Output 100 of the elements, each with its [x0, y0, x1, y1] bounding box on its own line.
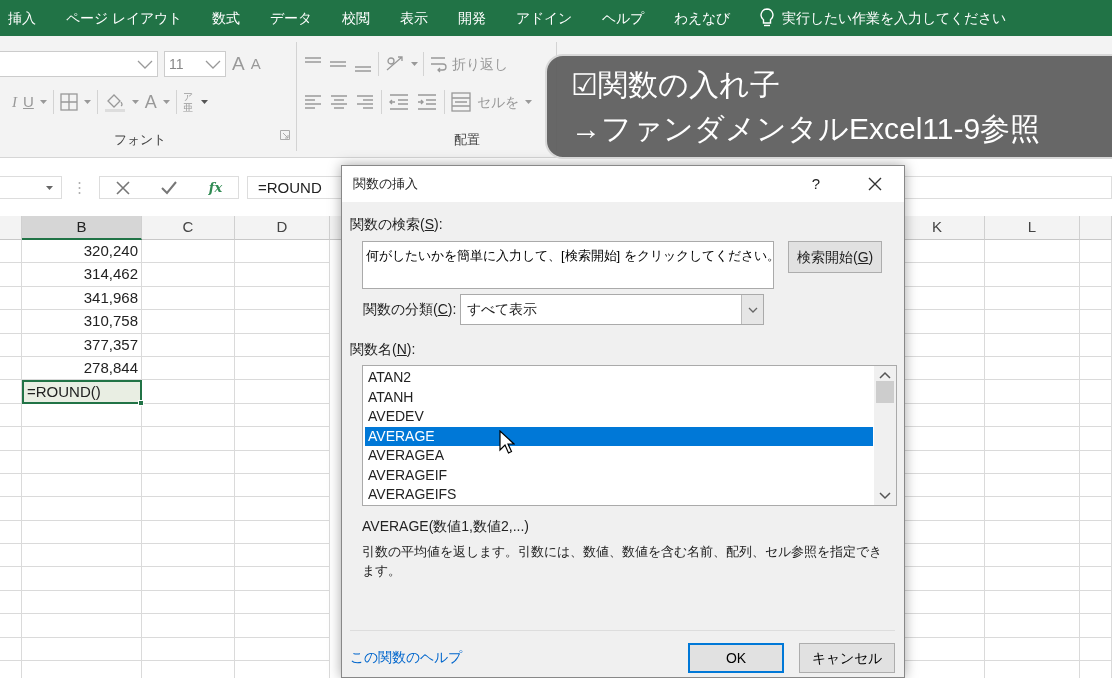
column-header[interactable] — [0, 216, 22, 240]
table-cell[interactable] — [1080, 240, 1112, 264]
table-cell[interactable] — [142, 473, 235, 498]
table-cell[interactable] — [0, 286, 22, 311]
table-cell[interactable] — [0, 473, 22, 498]
table-cell[interactable] — [22, 473, 142, 498]
table-cell[interactable] — [0, 520, 22, 545]
table-cell[interactable] — [142, 637, 235, 662]
table-cell[interactable] — [985, 240, 1080, 264]
table-cell[interactable] — [142, 520, 235, 545]
table-cell[interactable] — [985, 567, 1080, 591]
table-cell[interactable] — [22, 614, 142, 638]
category-dropdown[interactable]: すべて表示 — [460, 294, 765, 325]
fill-handle[interactable] — [138, 399, 144, 406]
caret-icon[interactable] — [200, 100, 208, 104]
table-cell[interactable] — [0, 637, 22, 662]
checkmark-icon[interactable] — [161, 180, 178, 195]
table-cell[interactable] — [0, 240, 22, 264]
table-cell[interactable] — [1080, 263, 1112, 287]
function-item[interactable]: AVERAGE — [365, 426, 873, 446]
table-cell[interactable] — [0, 614, 22, 638]
scrollbar[interactable] — [874, 366, 896, 505]
function-item[interactable]: AVEDEV — [365, 407, 873, 427]
table-cell[interactable] — [142, 356, 235, 381]
table-cell[interactable] — [22, 520, 142, 545]
table-cell[interactable] — [142, 333, 235, 357]
font-name-field[interactable] — [0, 51, 158, 77]
table-cell[interactable] — [1080, 614, 1112, 638]
table-cell[interactable] — [985, 310, 1080, 334]
dialog-launcher-icon[interactable] — [280, 129, 290, 140]
column-header[interactable]: L — [985, 216, 1080, 240]
chevron-icon[interactable] — [205, 59, 221, 69]
table-cell[interactable] — [22, 567, 142, 591]
table-cell[interactable] — [985, 286, 1080, 311]
table-cell[interactable] — [142, 590, 235, 615]
table-cell[interactable] — [0, 590, 22, 615]
table-cell[interactable] — [985, 356, 1080, 381]
table-cell[interactable] — [1080, 403, 1112, 428]
chevron-icon[interactable] — [137, 59, 153, 69]
table-cell[interactable] — [142, 544, 235, 568]
increase-indent-icon[interactable] — [416, 93, 438, 111]
table-cell[interactable] — [985, 544, 1080, 568]
table-cell[interactable] — [22, 544, 142, 568]
chevron-icon[interactable] — [747, 306, 758, 313]
search-button[interactable]: 検索開始(G) — [788, 241, 883, 273]
close-icon[interactable] — [868, 177, 882, 191]
table-cell[interactable] — [1080, 520, 1112, 545]
table-cell[interactable] — [22, 590, 142, 615]
table-cell[interactable] — [142, 614, 235, 638]
table-cell[interactable] — [1080, 310, 1112, 334]
ribbon-tab[interactable]: 数式 — [211, 7, 240, 29]
caret-icon[interactable] — [46, 185, 53, 190]
tell-me-field[interactable]: 実行したい作業を入力してください — [781, 7, 1006, 29]
table-cell[interactable] — [142, 403, 235, 428]
table-cell[interactable] — [985, 614, 1080, 638]
table-cell[interactable] — [0, 567, 22, 591]
table-cell[interactable] — [142, 567, 235, 591]
table-cell[interactable] — [22, 427, 142, 451]
function-item[interactable]: ATAN2 — [365, 368, 873, 388]
active-cell[interactable]: =ROUND() — [22, 380, 142, 404]
table-cell[interactable] — [985, 427, 1080, 451]
ribbon-tab[interactable]: ヘルプ — [601, 7, 644, 29]
table-cell[interactable] — [0, 450, 22, 474]
table-cell[interactable] — [22, 450, 142, 474]
dialog-button[interactable]: OK — [688, 643, 784, 673]
table-cell[interactable] — [0, 427, 22, 451]
column-header[interactable]: C — [142, 216, 235, 240]
scroll-down-icon[interactable] — [879, 492, 891, 500]
table-cell[interactable] — [1080, 286, 1112, 311]
align-right-icon[interactable] — [355, 93, 375, 111]
table-cell[interactable] — [0, 263, 22, 287]
ribbon-tab[interactable]: 開発 — [457, 7, 486, 29]
table-cell[interactable] — [985, 590, 1080, 615]
help-button[interactable]: ? — [811, 172, 820, 196]
table-cell[interactable] — [985, 473, 1080, 498]
lightbulb-icon[interactable] — [759, 8, 774, 28]
table-cell[interactable] — [1080, 473, 1112, 498]
table-cell[interactable] — [985, 637, 1080, 662]
table-cell[interactable] — [142, 450, 235, 474]
table-cell[interactable] — [1080, 637, 1112, 662]
function-item[interactable]: ATANH — [365, 387, 873, 407]
table-cell[interactable] — [1080, 544, 1112, 568]
column-header[interactable]: B — [22, 216, 142, 240]
table-cell[interactable] — [0, 333, 22, 357]
function-item[interactable]: AVERAGEIF — [365, 465, 873, 485]
table-cell[interactable] — [0, 403, 22, 428]
table-cell[interactable] — [0, 356, 22, 381]
table-cell[interactable] — [22, 637, 142, 662]
column-header[interactable]: D — [235, 216, 330, 240]
ribbon-tab[interactable]: わえなび — [673, 7, 730, 29]
table-cell[interactable] — [142, 310, 235, 334]
ribbon-tab[interactable]: 表示 — [399, 7, 428, 29]
table-cell[interactable] — [142, 380, 235, 404]
ribbon-tab[interactable]: 挿入 — [8, 7, 36, 29]
table-cell[interactable] — [1080, 333, 1112, 357]
decrease-indent-icon[interactable] — [388, 93, 410, 111]
ribbon-tab[interactable]: 校閲 — [341, 7, 370, 29]
insert-function-button[interactable]: fx — [208, 177, 223, 198]
table-cell[interactable] — [1080, 497, 1112, 521]
ribbon-tab[interactable]: アドイン — [515, 7, 572, 29]
